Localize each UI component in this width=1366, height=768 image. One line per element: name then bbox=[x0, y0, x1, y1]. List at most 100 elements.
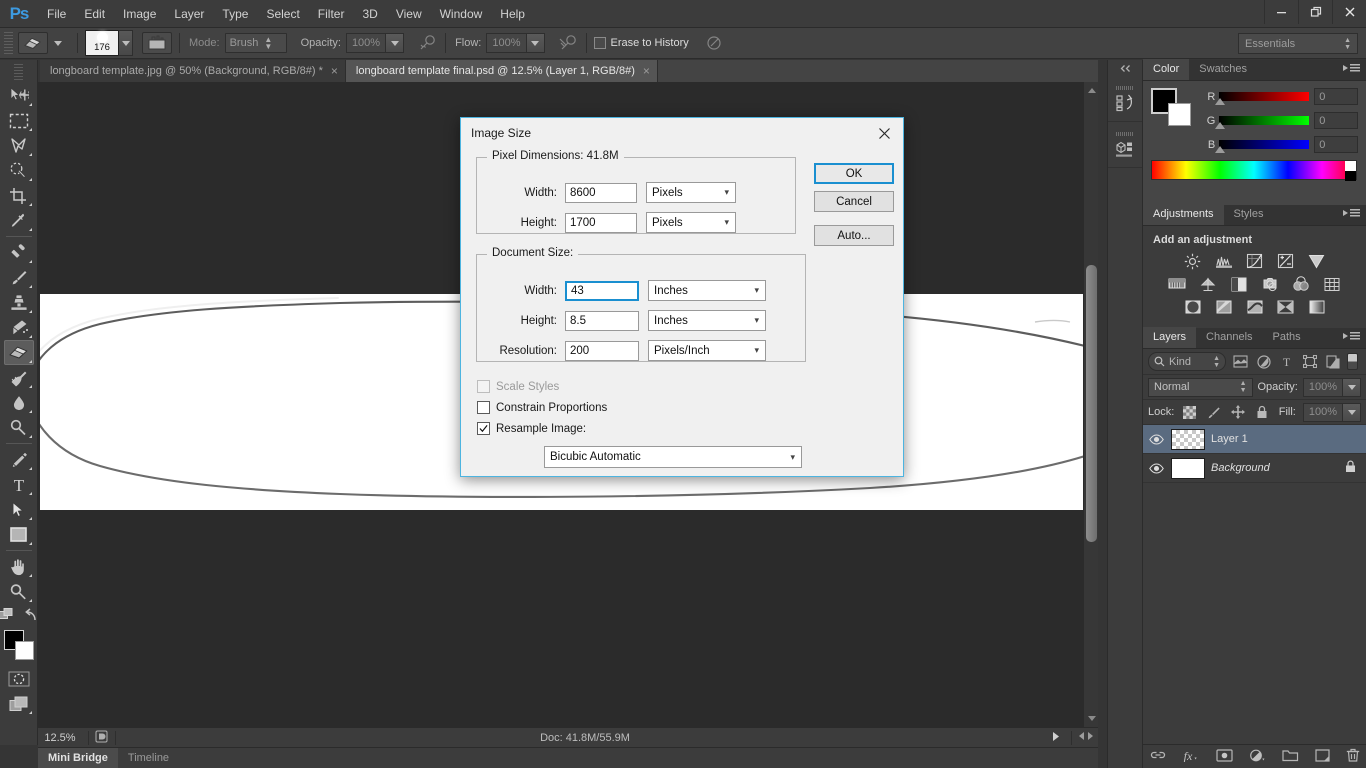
filter-smart-objects-icon[interactable] bbox=[1324, 353, 1341, 370]
layer-mask-icon[interactable] bbox=[1215, 748, 1233, 765]
doc-height-unit-select[interactable]: Inches ▾ bbox=[648, 310, 766, 331]
horizontal-type-tool[interactable]: T bbox=[4, 472, 34, 497]
photo-filter-icon[interactable] bbox=[1259, 275, 1281, 293]
tool-preset-chevron-icon[interactable] bbox=[54, 40, 62, 46]
layer-thumbnail[interactable] bbox=[1171, 428, 1205, 450]
doc-resolution-unit-select[interactable]: Pixels/Inch ▾ bbox=[648, 340, 766, 361]
exposure-icon[interactable] bbox=[1275, 252, 1297, 270]
filter-adjustment-layers-icon[interactable] bbox=[1255, 353, 1272, 370]
threshold-icon[interactable] bbox=[1244, 298, 1266, 316]
lasso-tool[interactable] bbox=[4, 133, 34, 158]
layer-fill-input[interactable]: 100% bbox=[1302, 402, 1343, 422]
restore-button[interactable] bbox=[1298, 0, 1332, 24]
layer-visibility-icon[interactable] bbox=[1147, 430, 1165, 448]
doc-width-input[interactable]: 43 bbox=[565, 280, 639, 301]
menu-layer[interactable]: Layer bbox=[165, 0, 213, 28]
r-value[interactable]: 0 bbox=[1314, 88, 1358, 105]
eraser-tool-icon[interactable] bbox=[18, 32, 48, 54]
status-expand-arrow-icon[interactable] bbox=[1052, 731, 1061, 745]
opacity-input[interactable]: 100% bbox=[345, 33, 387, 53]
link-layers-icon[interactable] bbox=[1150, 749, 1166, 764]
g-value[interactable]: 0 bbox=[1314, 112, 1358, 129]
eyedropper-tool[interactable] bbox=[4, 208, 34, 233]
document-tab-2[interactable]: longboard template final.psd @ 12.5% (La… bbox=[345, 60, 658, 82]
cancel-button[interactable]: Cancel bbox=[814, 191, 894, 212]
quick-mask-shapes-icon[interactable] bbox=[0, 608, 15, 622]
background-color-swatch[interactable] bbox=[14, 641, 34, 660]
curves-icon[interactable] bbox=[1244, 252, 1266, 270]
properties-panel-button[interactable] bbox=[1108, 122, 1142, 168]
pixel-height-input[interactable]: 1700 bbox=[565, 212, 637, 233]
layer-thumbnail[interactable] bbox=[1171, 457, 1205, 479]
brush-preset-picker[interactable]: 176 bbox=[85, 30, 133, 56]
resample-method-select[interactable]: Bicubic Automatic ▾ bbox=[544, 446, 802, 468]
erase-to-history-checkbox[interactable]: Erase to History bbox=[593, 37, 689, 49]
tablet-pressure-icon[interactable] bbox=[703, 32, 725, 54]
menu-filter[interactable]: Filter bbox=[309, 0, 354, 28]
rectangle-tool[interactable] bbox=[4, 522, 34, 547]
black-white-icon[interactable] bbox=[1228, 275, 1250, 293]
color-spectrum-ramp[interactable] bbox=[1151, 160, 1357, 181]
image-size-dialog[interactable]: Image Size Pixel Dimensions: 41.8M Width… bbox=[460, 117, 904, 477]
spot-healing-brush-tool[interactable] bbox=[4, 240, 34, 265]
doc-width-unit-select[interactable]: Inches ▾ bbox=[648, 280, 766, 301]
path-selection-tool[interactable] bbox=[4, 497, 34, 522]
pressure-opacity-icon[interactable] bbox=[416, 32, 438, 54]
tab-adjustments[interactable]: Adjustments bbox=[1143, 204, 1224, 225]
scroll-up-arrow-icon[interactable] bbox=[1088, 88, 1096, 93]
pixel-width-unit-select[interactable]: Pixels ▾ bbox=[646, 182, 736, 203]
close-icon[interactable]: × bbox=[331, 65, 338, 77]
posterize-icon[interactable] bbox=[1213, 298, 1235, 316]
filter-shape-layers-icon[interactable] bbox=[1301, 353, 1318, 370]
scroll-down-arrow-icon[interactable] bbox=[1088, 716, 1096, 721]
screen-mode-button[interactable] bbox=[4, 691, 34, 716]
dodge-tool[interactable] bbox=[4, 415, 34, 440]
history-panel-button[interactable] bbox=[1108, 76, 1142, 122]
channel-mixer-icon[interactable] bbox=[1290, 275, 1312, 293]
scroll-right-arrow-icon[interactable] bbox=[1086, 731, 1094, 744]
background-color-swatch[interactable] bbox=[1168, 103, 1191, 126]
filter-type-layers-icon[interactable]: T bbox=[1278, 353, 1295, 370]
layer-row-1[interactable]: Layer 1 bbox=[1143, 425, 1366, 454]
auto-button[interactable]: Auto... bbox=[814, 225, 894, 246]
g-slider-knob[interactable] bbox=[1215, 122, 1226, 129]
flow-dropdown-icon[interactable] bbox=[526, 33, 545, 53]
filter-pixel-layers-icon[interactable] bbox=[1232, 353, 1249, 370]
delete-layer-icon[interactable] bbox=[1346, 748, 1360, 765]
constrain-proportions-checkbox[interactable]: Constrain Proportions bbox=[477, 401, 607, 414]
ok-button[interactable]: OK bbox=[814, 163, 894, 184]
menu-edit[interactable]: Edit bbox=[75, 0, 114, 28]
constrain-proportions-box[interactable] bbox=[477, 401, 490, 414]
quick-mask-mode-button[interactable] bbox=[4, 666, 34, 691]
resample-image-checkbox[interactable]: Resample Image: bbox=[477, 422, 586, 435]
layer-opacity-input[interactable]: 100% bbox=[1302, 377, 1343, 397]
new-fill-adjustment-icon[interactable] bbox=[1249, 749, 1266, 765]
opacity-dropdown-icon[interactable] bbox=[386, 33, 405, 53]
doc-resolution-input[interactable]: 200 bbox=[565, 340, 639, 361]
minimize-button[interactable] bbox=[1264, 0, 1298, 24]
menu-3d[interactable]: 3D bbox=[353, 0, 386, 28]
selective-color-icon[interactable] bbox=[1275, 298, 1297, 316]
blur-tool[interactable] bbox=[4, 390, 34, 415]
layer-fill-dropdown-icon[interactable] bbox=[1343, 402, 1361, 422]
b-slider[interactable] bbox=[1215, 140, 1310, 153]
layer-row-2[interactable]: Background bbox=[1143, 454, 1366, 483]
scroll-left-arrow-icon[interactable] bbox=[1078, 731, 1086, 744]
airbrush-icon[interactable] bbox=[557, 32, 579, 54]
layer-opacity-dropdown-icon[interactable] bbox=[1343, 377, 1361, 397]
lock-all-icon[interactable] bbox=[1253, 404, 1270, 421]
b-slider-knob[interactable] bbox=[1215, 146, 1226, 153]
document-sizes-icon[interactable] bbox=[95, 730, 109, 746]
menu-view[interactable]: View bbox=[387, 0, 431, 28]
lock-image-pixels-icon[interactable] bbox=[1205, 404, 1222, 421]
layers-panel-menu-icon[interactable] bbox=[1343, 332, 1360, 340]
g-slider[interactable] bbox=[1215, 116, 1310, 129]
clone-stamp-tool[interactable] bbox=[4, 290, 34, 315]
quick-selection-tool[interactable] bbox=[4, 158, 34, 183]
vibrance-icon[interactable] bbox=[1306, 252, 1328, 270]
close-icon[interactable]: × bbox=[643, 65, 650, 77]
lock-position-icon[interactable] bbox=[1229, 404, 1246, 421]
erase-to-history-box[interactable] bbox=[593, 37, 606, 49]
tab-color[interactable]: Color bbox=[1143, 59, 1190, 80]
invert-icon[interactable] bbox=[1182, 298, 1204, 316]
